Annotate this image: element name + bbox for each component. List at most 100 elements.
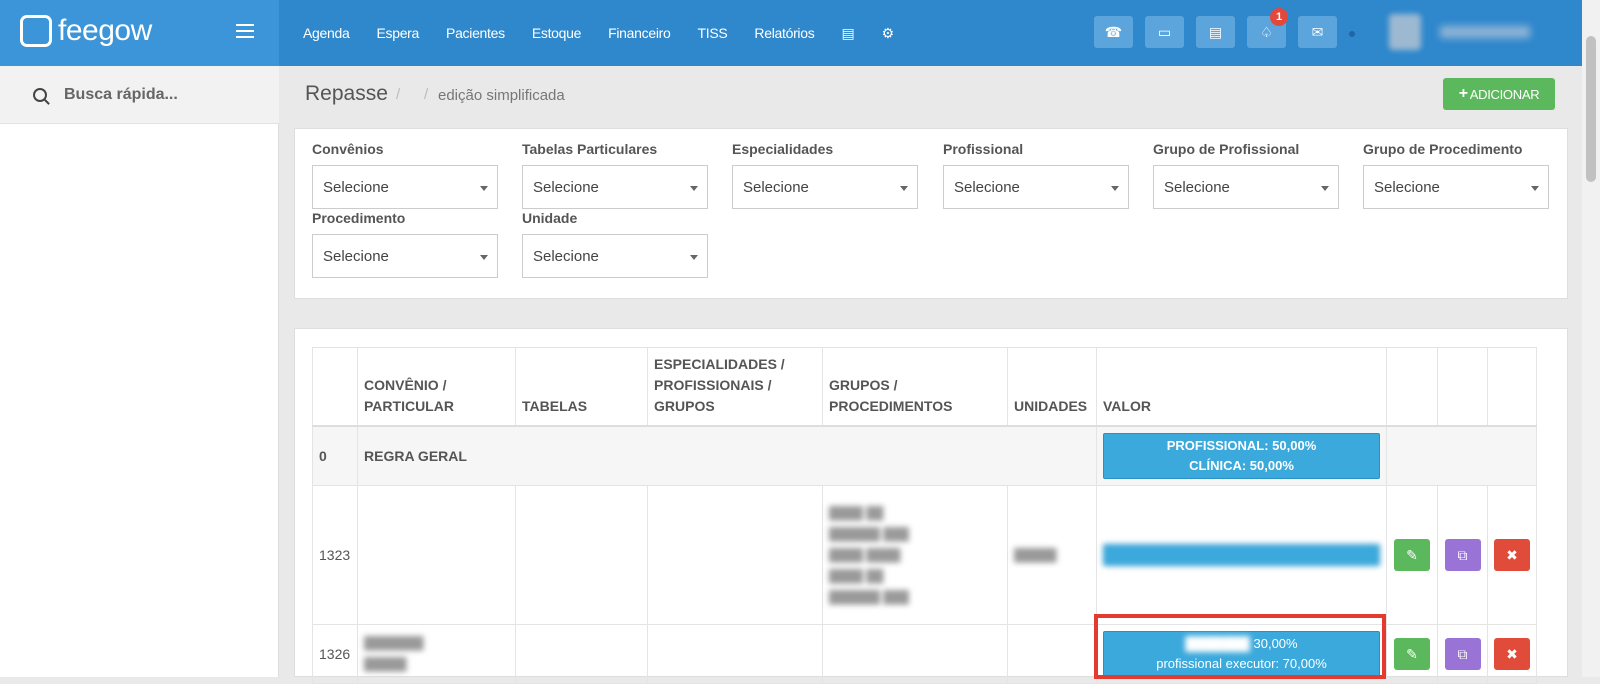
- filter-especialidades: Especialidades Selecione: [732, 141, 918, 209]
- notification-badge: 1: [1270, 8, 1288, 26]
- row-especialidades: [647, 485, 823, 625]
- row-id: 0: [312, 425, 358, 486]
- bell-icon[interactable]: ♤ 1: [1247, 8, 1288, 48]
- row-valor: [1096, 485, 1387, 625]
- blurred-text: ████ ██ ██████ ███ ████ ████ ████ ██ ██████ …: [829, 505, 909, 604]
- filter-label: Grupo de Profissional: [1153, 141, 1300, 157]
- avatar[interactable]: [1389, 14, 1421, 50]
- filter-procedimento: Procedimento Selecione: [312, 210, 498, 278]
- logo-area: feegow: [0, 0, 279, 66]
- inbox-icon[interactable]: ▭: [1145, 16, 1184, 48]
- gear-icon[interactable]: ⚙: [882, 25, 895, 42]
- search-input[interactable]: Busca rápida...: [64, 86, 178, 104]
- row-convenio: REGRA GERAL: [357, 425, 1097, 486]
- especialidades-select[interactable]: Selecione: [732, 165, 918, 209]
- database-icon[interactable]: ▤: [841, 25, 854, 42]
- nav-pacientes[interactable]: Pacientes: [446, 25, 505, 41]
- copy-icon[interactable]: ⧉: [1444, 539, 1481, 571]
- plus-icon: +: [1458, 85, 1468, 102]
- row-procedimentos: [822, 624, 1008, 684]
- nav-estoque[interactable]: Estoque: [532, 25, 582, 41]
- brand-name[interactable]: feegow: [58, 14, 152, 48]
- col-valor: VALOR: [1096, 347, 1387, 427]
- delete-icon[interactable]: ✖: [1494, 539, 1530, 571]
- copy-icon[interactable]: ⧉: [1444, 638, 1481, 670]
- top-action-buttons: ☎ ▭ ▤ ♤ 1 ✉: [1094, 8, 1349, 48]
- row-especialidades: [647, 624, 823, 684]
- delete-cell: ✖: [1487, 624, 1537, 684]
- filter-convenios: Convênios Selecione: [312, 141, 498, 209]
- filter-tabelas: Tabelas Particulares Selecione: [522, 141, 708, 209]
- value-line: PROFISSIONAL: 50,00%: [1166, 438, 1317, 453]
- col-tabelas: TABELAS: [515, 347, 648, 427]
- value-line: CLÍNICA: 50,00%: [1189, 458, 1294, 473]
- col-delete: [1487, 347, 1537, 427]
- col-unidades: UNIDADES: [1007, 347, 1097, 427]
- grupo-profissional-select[interactable]: Selecione: [1153, 165, 1339, 209]
- table-row: 0 REGRA GERAL PROFISSIONAL: 50,00% CLÍNI…: [312, 425, 1537, 486]
- value-box[interactable]: [1103, 544, 1380, 566]
- highlight-box: [1094, 614, 1386, 679]
- col-especialidades: ESPECIALIDADES / PROFISSIONAIS / GRUPOS: [647, 347, 823, 427]
- nav-espera[interactable]: Espera: [376, 25, 419, 41]
- filter-label: Especialidades: [732, 141, 834, 157]
- menu-toggle-icon[interactable]: [236, 24, 254, 42]
- breadcrumb: edição simplificada: [438, 87, 565, 104]
- user-name-blurred[interactable]: [1440, 26, 1530, 38]
- table-row: 1323 ████ ██ ██████ ███ ████ ████ ████ ██ ██…: [312, 485, 1537, 625]
- filter-label: Unidade: [522, 210, 578, 226]
- nav-tiss[interactable]: TISS: [697, 25, 727, 41]
- filter-unidade: Unidade Selecione: [522, 210, 708, 278]
- filter-label: Convênios: [312, 141, 384, 157]
- filter-label: Procedimento: [312, 210, 406, 226]
- row-id: 1326: [312, 624, 358, 684]
- row-id: 1323: [312, 485, 358, 625]
- chat-icon[interactable]: ✉: [1298, 16, 1337, 48]
- breadcrumb-separator: /: [396, 86, 401, 103]
- table-header-row: CONVÊNIO / PARTICULAR TABELAS ESPECIALID…: [312, 347, 1537, 427]
- filter-label: Profissional: [943, 141, 1024, 157]
- scrollbar-thumb[interactable]: [1586, 36, 1596, 182]
- procedimento-select[interactable]: Selecione: [312, 234, 498, 278]
- tabelas-select[interactable]: Selecione: [522, 165, 708, 209]
- breadcrumb-separator: /: [424, 86, 429, 103]
- copy-cell: ⧉: [1437, 624, 1488, 684]
- edit-icon[interactable]: ✎: [1394, 539, 1430, 571]
- nav-agenda[interactable]: Agenda: [303, 25, 350, 41]
- nav-financeiro[interactable]: Financeiro: [608, 25, 671, 41]
- row-tabelas: [515, 624, 648, 684]
- nav-relatorios[interactable]: Relatórios: [754, 25, 814, 41]
- row-convenio-blurred: ███████ █████: [357, 624, 516, 684]
- delete-icon[interactable]: ✖: [1494, 638, 1530, 670]
- filters-panel: Convênios Selecione Tabelas Particulares…: [294, 128, 1568, 299]
- edit-cell: ✎: [1386, 624, 1438, 684]
- convenios-select[interactable]: Selecione: [312, 165, 498, 209]
- filter-label: Grupo de Procedimento: [1363, 141, 1523, 157]
- col-copy: [1437, 347, 1488, 427]
- row-procedimentos-blurred: ████ ██ ██████ ███ ████ ████ ████ ██ ██████ …: [822, 485, 1008, 625]
- grupo-procedimento-select[interactable]: Selecione: [1363, 165, 1549, 209]
- card-icon[interactable]: ▤: [1196, 16, 1235, 48]
- row-tabelas: [515, 485, 648, 625]
- edit-cell: ✎: [1386, 485, 1438, 625]
- row-convenio: [357, 485, 516, 625]
- main-nav: Agenda Espera Pacientes Estoque Financei…: [303, 0, 921, 66]
- profissional-select[interactable]: Selecione: [943, 165, 1129, 209]
- value-box[interactable]: PROFISSIONAL: 50,00% CLÍNICA: 50,00%: [1103, 433, 1380, 479]
- search-icon: [33, 87, 47, 102]
- page-title: Repasse: [305, 82, 388, 105]
- quick-search[interactable]: Busca rápida...: [0, 66, 279, 124]
- add-button[interactable]: + ADICIONAR: [1443, 78, 1555, 110]
- col-convenio: CONVÊNIO / PARTICULAR: [357, 347, 516, 427]
- col-edit: [1386, 347, 1438, 427]
- edit-icon[interactable]: ✎: [1394, 638, 1430, 670]
- filter-label: Tabelas Particulares: [522, 141, 658, 157]
- add-button-label: ADICIONAR: [1469, 86, 1540, 102]
- row-valor: PROFISSIONAL: 50,00% CLÍNICA: 50,00%: [1096, 425, 1387, 486]
- row-unidades-blurred: █████: [1007, 485, 1097, 625]
- unidade-select[interactable]: Selecione: [522, 234, 708, 278]
- phone-icon[interactable]: ☎: [1094, 16, 1133, 48]
- copy-cell: ⧉: [1437, 485, 1488, 625]
- delete-cell: ✖: [1487, 485, 1537, 625]
- col-grupos: GRUPOS / PROCEDIMENTOS: [822, 347, 1008, 427]
